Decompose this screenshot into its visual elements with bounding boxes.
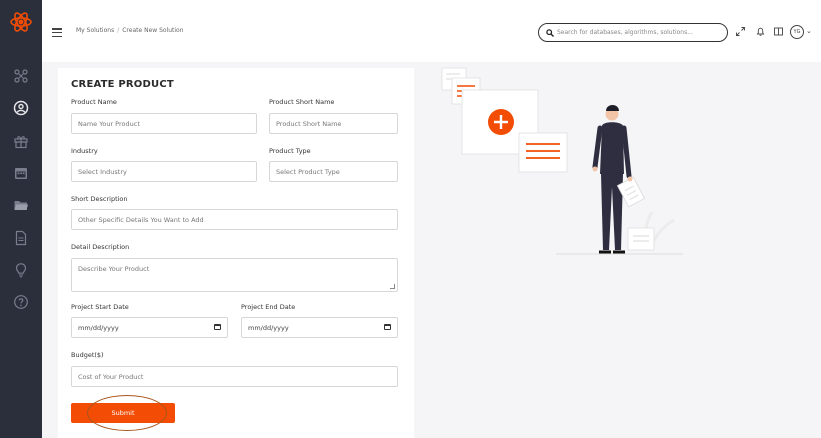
calendar-icon[interactable] xyxy=(13,165,29,181)
bell-icon[interactable] xyxy=(755,26,766,37)
user-circle-icon[interactable] xyxy=(13,100,29,116)
menu-icon[interactable] xyxy=(52,28,62,38)
industry-label: Industry xyxy=(71,147,98,155)
document-icon[interactable] xyxy=(13,230,29,246)
create-product-illustration xyxy=(441,67,683,255)
avatar[interactable]: YG xyxy=(790,25,804,39)
sidebar xyxy=(0,0,42,438)
start-date-label: Project Start Date xyxy=(71,303,129,311)
create-product-card: CREATE PRODUCT Product Name Name Your Pr… xyxy=(58,68,414,438)
folder-icon[interactable] xyxy=(13,197,29,213)
resize-handle-icon[interactable] xyxy=(390,284,395,289)
search-placeholder: Search for databases, algorithms, soluti… xyxy=(557,29,693,36)
end-date-value: mm/dd/yyyy xyxy=(248,323,289,332)
detail-description-placeholder: Describe Your Product xyxy=(78,265,150,273)
breadcrumb-current: Create New Solution xyxy=(122,27,184,34)
product-short-name-input[interactable]: Product Short Name xyxy=(269,113,398,134)
budget-input[interactable]: Cost of Your Product xyxy=(71,366,398,387)
search-input[interactable]: Search for databases, algorithms, soluti… xyxy=(538,23,728,42)
atom-logo-icon[interactable] xyxy=(9,10,33,34)
product-type-label: Product Type xyxy=(269,147,311,155)
calendar-picker-icon[interactable] xyxy=(384,324,391,330)
detail-description-textarea[interactable]: Describe Your Product xyxy=(71,258,398,292)
short-description-label: Short Description xyxy=(71,195,128,203)
product-name-label: Product Name xyxy=(71,98,117,106)
end-date-input[interactable]: mm/dd/yyyy xyxy=(241,317,398,338)
budget-label: Budget($) xyxy=(71,351,104,359)
top-header: My Solutions / Create New Solution Search … xyxy=(42,0,821,62)
product-type-placeholder: Select Product Type xyxy=(276,167,340,176)
submit-button[interactable]: Submit xyxy=(71,403,175,423)
budget-placeholder: Cost of Your Product xyxy=(78,372,144,381)
short-description-placeholder: Other Specific Details You Want to Add xyxy=(78,215,204,224)
breadcrumb: My Solutions / Create New Solution xyxy=(76,27,184,34)
industry-placeholder: Select Industry xyxy=(78,167,127,176)
product-name-placeholder: Name Your Product xyxy=(78,119,140,128)
product-short-name-label: Product Short Name xyxy=(269,98,335,106)
columns-icon[interactable] xyxy=(773,26,784,37)
breadcrumb-parent[interactable]: My Solutions xyxy=(76,27,114,34)
product-name-input[interactable]: Name Your Product xyxy=(71,113,257,134)
lightbulb-icon[interactable] xyxy=(13,262,29,278)
product-short-name-placeholder: Product Short Name xyxy=(276,119,342,128)
search-icon xyxy=(546,29,554,37)
detail-description-label: Detail Description xyxy=(71,243,130,251)
breadcrumb-separator: / xyxy=(117,27,120,34)
gift-icon[interactable] xyxy=(13,133,29,149)
help-icon[interactable] xyxy=(13,294,29,310)
industry-select[interactable]: Select Industry xyxy=(71,161,257,182)
calendar-picker-icon[interactable] xyxy=(214,324,221,330)
network-icon[interactable] xyxy=(13,68,29,84)
end-date-label: Project End Date xyxy=(241,303,296,311)
product-type-select[interactable]: Select Product Type xyxy=(269,161,398,182)
start-date-input[interactable]: mm/dd/yyyy xyxy=(71,317,228,338)
page-title: CREATE PRODUCT xyxy=(71,79,174,90)
start-date-value: mm/dd/yyyy xyxy=(78,323,119,332)
chevron-down-icon[interactable]: ⌄ xyxy=(806,27,812,35)
short-description-input[interactable]: Other Specific Details You Want to Add xyxy=(71,209,398,230)
expand-icon[interactable] xyxy=(735,26,746,37)
